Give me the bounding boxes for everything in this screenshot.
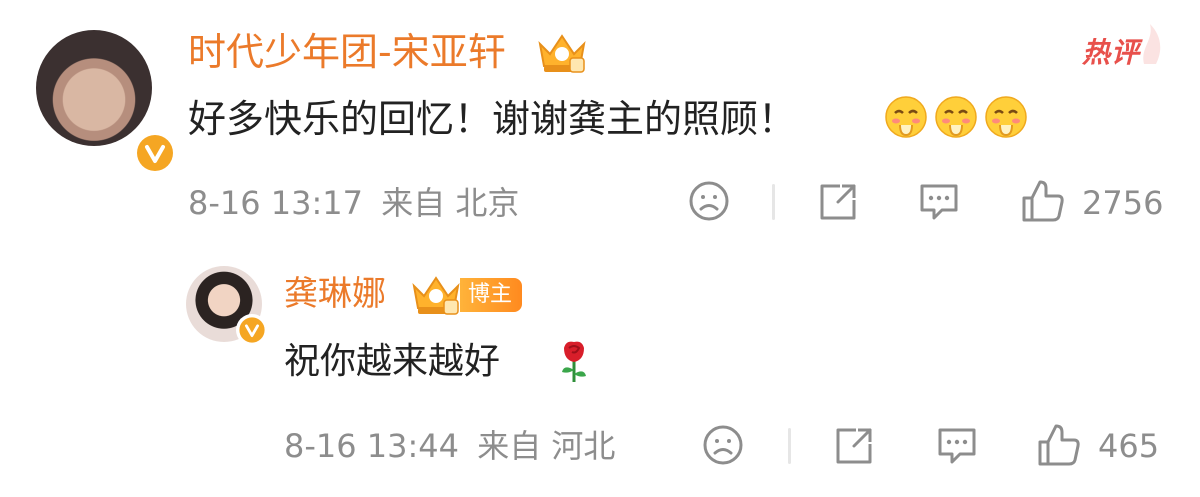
comment-bubble-icon	[920, 184, 958, 220]
replier-avatar[interactable]	[186, 266, 268, 346]
thumbs-up-icon	[1022, 180, 1064, 222]
comment-text-body: 好多快乐的回忆！谢谢龚主的照顾！	[188, 97, 797, 141]
commenter-avatar[interactable]	[36, 30, 178, 176]
reply-date: 8-16	[284, 427, 357, 465]
commenter-username[interactable]: 时代少年团-宋亚轩	[188, 30, 506, 74]
reply-time: 13:44	[366, 427, 460, 465]
like-button[interactable]	[1020, 178, 1066, 224]
like-count: 2756	[1082, 184, 1164, 222]
hot-flame-icon	[1136, 18, 1166, 68]
host-badge: 博主	[460, 278, 523, 312]
share-button[interactable]	[832, 424, 876, 468]
like-button[interactable]	[1036, 422, 1082, 468]
dislike-button[interactable]	[702, 424, 744, 466]
share-icon	[820, 184, 856, 220]
comment-from-label: 来自	[381, 184, 446, 222]
share-button[interactable]	[816, 180, 860, 224]
crown-level-icon	[534, 28, 590, 76]
reply-text-body: 祝你越来越好	[284, 341, 501, 382]
like-count: 465	[1098, 427, 1160, 465]
verified-badge-icon	[132, 130, 178, 176]
reply-from-label: 来自	[477, 427, 542, 465]
reply-button[interactable]	[934, 424, 980, 468]
comment-time: 13:17	[270, 184, 364, 222]
reply-meta: 8-16 13:44 来自 河北	[284, 426, 615, 466]
thumbs-up-icon	[1038, 424, 1080, 466]
action-divider	[788, 428, 791, 464]
hot-comment-tag: 热评	[1082, 36, 1141, 69]
reply-button[interactable]	[916, 180, 962, 224]
dislike-button[interactable]	[688, 180, 730, 222]
comment-bubble-icon	[938, 428, 976, 464]
reply-location: 河北	[551, 427, 616, 465]
replier-username[interactable]: 龚琳娜	[284, 274, 386, 314]
verified-badge-icon	[236, 314, 268, 346]
crown-level-icon	[408, 270, 464, 318]
sad-face-icon	[689, 181, 729, 221]
rose-icon	[556, 338, 592, 384]
reply-text: 祝你越来越好	[284, 340, 500, 384]
blush-emoji-icon	[985, 96, 1027, 138]
comment-date: 8-16	[188, 184, 261, 222]
emoji-row	[884, 95, 1028, 143]
action-divider	[772, 184, 775, 220]
comment-text: 好多快乐的回忆！谢谢龚主的照顾！	[188, 96, 796, 142]
blush-emoji-icon	[885, 96, 927, 138]
blush-emoji-icon	[935, 96, 977, 138]
share-icon	[836, 428, 872, 464]
sad-face-icon	[703, 425, 743, 465]
comment-meta: 8-16 13:17 来自 北京	[188, 183, 519, 223]
comment-location: 北京	[455, 184, 520, 222]
